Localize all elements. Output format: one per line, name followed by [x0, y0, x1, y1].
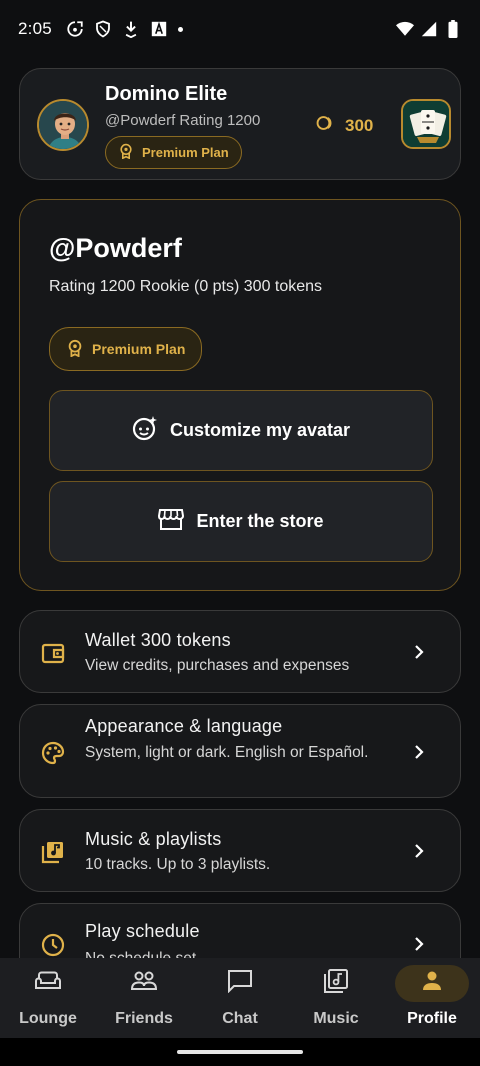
chevron-right-icon	[415, 937, 424, 951]
header-subtitle: @Powderf Rating 1200	[105, 112, 261, 129]
status-bar: 2:05	[0, 0, 480, 58]
settings-row-title: Wallet 300 tokens	[85, 630, 231, 650]
wallet-icon	[40, 640, 66, 666]
token-balance[interactable]: 300	[315, 115, 373, 136]
nav-pill	[107, 965, 181, 1002]
cellular-icon	[420, 20, 438, 38]
home-gesture-bar[interactable]	[177, 1050, 303, 1054]
person-icon	[421, 970, 443, 997]
customize-avatar-label: Customize my avatar	[169, 420, 351, 440]
profile-handle: @Powderf	[49, 233, 182, 263]
bottom-nav: Lounge Friends Chat Music Profile	[0, 958, 480, 1038]
nav-label: Music	[313, 1010, 359, 1027]
nav-music[interactable]: Music	[288, 958, 384, 1038]
status-time: 2:05	[18, 19, 52, 38]
chevron-right-icon	[415, 844, 424, 858]
music-note-icon	[40, 839, 66, 865]
nav-lounge[interactable]: Lounge	[0, 958, 96, 1038]
sofa-icon	[34, 970, 62, 997]
nav-pill	[299, 965, 373, 1002]
premium-plan-badge[interactable]: Premium Plan	[49, 327, 203, 371]
shield-icon	[94, 20, 112, 38]
app-title: Domino Elite	[105, 83, 228, 105]
gesture-area	[0, 1038, 480, 1066]
chat-icon	[227, 969, 253, 998]
premium-plan-badge[interactable]: Premium Plan	[105, 136, 242, 169]
domino-cards-icon[interactable]	[401, 99, 451, 149]
settings-row-title: Play schedule	[85, 921, 200, 941]
coins-icon	[315, 115, 337, 136]
wifi-icon	[396, 20, 414, 38]
nav-label: Friends	[115, 1010, 173, 1027]
text-a-icon	[150, 20, 168, 38]
profile-header-card: Domino Elite @Powderf Rating 1200 Premiu…	[19, 68, 461, 180]
award-icon	[66, 339, 84, 360]
download-icon	[122, 20, 140, 38]
settings-row-title: Appearance & language	[85, 716, 283, 736]
store-icon	[158, 507, 185, 536]
people-icon	[130, 970, 158, 997]
profile-stats: Rating 1200 Rookie (0 pts) 300 tokens	[49, 278, 323, 295]
settings-row-subtitle: System, light or dark. English or Españo…	[85, 744, 369, 761]
user-avatar[interactable]	[37, 99, 89, 151]
nav-friends[interactable]: Friends	[96, 958, 192, 1038]
nav-pill-active	[395, 965, 469, 1002]
nav-pill	[203, 965, 277, 1002]
nav-chat[interactable]: Chat	[192, 958, 288, 1038]
nav-label: Profile	[407, 1010, 457, 1027]
settings-row-subtitle: 10 tracks. Up to 3 playlists.	[85, 856, 271, 873]
settings-row-appearance[interactable]: Appearance & language System, light or d…	[19, 704, 461, 798]
customize-avatar-button[interactable]: Customize my avatar	[49, 390, 433, 471]
nav-pill	[11, 965, 85, 1002]
enter-store-label: Enter the store	[196, 511, 324, 531]
settings-row-music[interactable]: Music & playlists 10 tracks. Up to 3 pla…	[19, 809, 461, 892]
settings-row-title: Music & playlists	[85, 829, 222, 849]
token-count: 300	[345, 115, 374, 135]
award-icon	[118, 143, 134, 162]
nav-label: Lounge	[19, 1010, 77, 1027]
enter-store-button[interactable]: Enter the store	[49, 481, 433, 562]
sync-icon	[66, 20, 84, 38]
chevron-right-icon	[415, 745, 424, 759]
settings-row-subtitle: View credits, purchases and expenses	[85, 657, 350, 674]
music-library-icon	[323, 968, 349, 999]
nav-profile[interactable]: Profile	[384, 958, 480, 1038]
profile-card: @Powderf Rating 1200 Rookie (0 pts) 300 …	[19, 199, 461, 591]
notification-dot	[177, 26, 183, 32]
face-icon	[132, 415, 158, 446]
settings-row-wallet[interactable]: Wallet 300 tokens View credits, purchase…	[19, 610, 461, 693]
clock-icon	[40, 932, 66, 958]
premium-plan-label: Premium Plan	[142, 145, 229, 160]
premium-plan-label: Premium Plan	[92, 341, 186, 357]
nav-label: Chat	[222, 1010, 258, 1027]
battery-icon	[444, 20, 462, 38]
palette-icon	[40, 740, 66, 766]
chevron-right-icon	[415, 645, 424, 659]
